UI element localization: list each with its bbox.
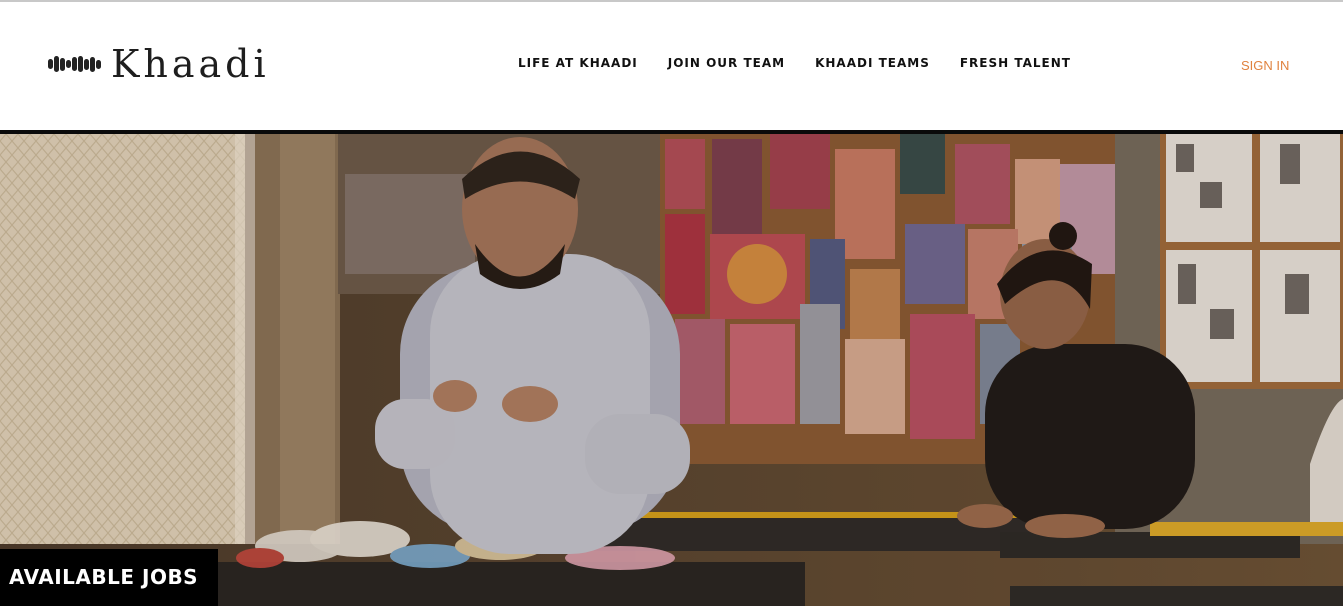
hero-photo-illustration [0, 134, 1343, 606]
nav-item-join-our-team[interactable]: JOIN OUR TEAM [668, 56, 785, 70]
nav-item-life-at-khaadi[interactable]: LIFE AT KHAADI [518, 56, 638, 70]
khaadi-wave-mark-icon [48, 56, 101, 72]
nav-item-fresh-talent[interactable]: FRESH TALENT [960, 56, 1071, 70]
sign-in-link[interactable]: SIGN IN [1241, 58, 1289, 73]
main-nav: LIFE AT KHAADI JOIN OUR TEAM KHAADI TEAM… [518, 56, 1101, 70]
available-jobs-button[interactable]: AVAILABLE JOBS [0, 549, 218, 606]
brand-name: Khaadi [111, 42, 270, 86]
nav-item-khaadi-teams[interactable]: KHAADI TEAMS [815, 56, 930, 70]
site-header: Khaadi LIFE AT KHAADI JOIN OUR TEAM KHAA… [0, 2, 1343, 130]
hero-image [0, 134, 1343, 606]
brand-logo[interactable]: Khaadi [48, 42, 270, 86]
